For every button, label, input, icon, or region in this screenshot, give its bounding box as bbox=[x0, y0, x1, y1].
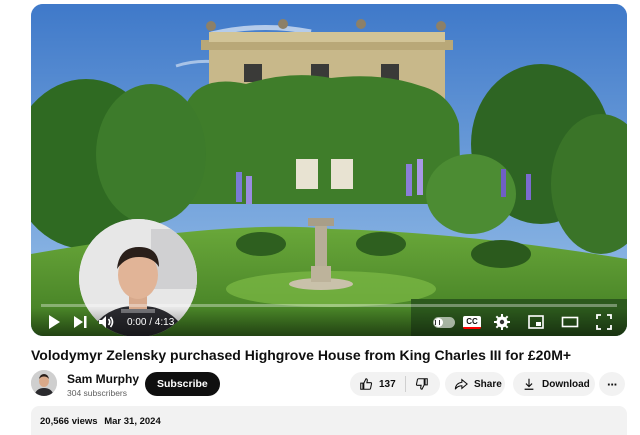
share-label: Share bbox=[474, 378, 502, 390]
next-icon bbox=[74, 316, 87, 328]
upload-date: Mar 31, 2024 bbox=[104, 416, 161, 427]
next-button[interactable] bbox=[67, 310, 93, 334]
like-count: 137 bbox=[379, 378, 396, 390]
time-display: 0:00 / 4:13 bbox=[127, 316, 175, 328]
fullscreen-icon bbox=[596, 314, 612, 330]
channel-row: Sam Murphy 304 subscribers Subscribe 137… bbox=[31, 370, 627, 400]
volume-icon bbox=[99, 316, 114, 328]
miniplayer-icon bbox=[528, 315, 544, 329]
subscribe-button[interactable]: Subscribe bbox=[145, 372, 220, 396]
volume-button[interactable] bbox=[93, 310, 119, 334]
miniplayer-button[interactable] bbox=[523, 310, 549, 334]
fullscreen-button[interactable] bbox=[591, 310, 617, 334]
dislike-button[interactable] bbox=[406, 372, 429, 396]
theater-icon bbox=[561, 316, 579, 328]
video-title: Volodymyr Zelensky purchased Highgrove H… bbox=[31, 347, 572, 363]
subscriber-count: 304 subscribers bbox=[67, 388, 128, 398]
description-box[interactable]: 20,566 views Mar 31, 2024 bbox=[31, 406, 627, 435]
share-icon bbox=[454, 378, 468, 390]
progress-bar[interactable] bbox=[41, 304, 617, 307]
theater-button[interactable] bbox=[557, 310, 583, 334]
thumbs-down-icon bbox=[415, 378, 428, 390]
download-label: Download bbox=[542, 378, 590, 390]
download-button[interactable]: Download bbox=[513, 372, 595, 396]
avatar[interactable] bbox=[31, 370, 57, 396]
video-player[interactable]: 0:00 / 4:13 CC bbox=[31, 4, 627, 336]
download-icon bbox=[524, 378, 534, 390]
play-button[interactable] bbox=[41, 310, 67, 334]
settings-icon bbox=[494, 314, 510, 330]
channel-name[interactable]: Sam Murphy bbox=[67, 372, 139, 386]
autoplay-toggle[interactable] bbox=[433, 316, 455, 328]
play-icon bbox=[49, 315, 60, 329]
share-button[interactable]: Share bbox=[445, 372, 505, 396]
more-button[interactable]: ··· bbox=[599, 372, 625, 396]
like-dislike-group: 137 bbox=[350, 372, 440, 396]
like-button[interactable]: 137 bbox=[350, 372, 396, 396]
player-controls: 0:00 / 4:13 CC bbox=[31, 308, 627, 336]
view-count: 20,566 views bbox=[40, 416, 98, 427]
more-icon: ··· bbox=[607, 376, 618, 392]
channel-avatar-image bbox=[31, 370, 57, 396]
thumbs-up-icon bbox=[360, 378, 373, 390]
cc-icon[interactable]: CC bbox=[463, 315, 481, 329]
settings-button[interactable] bbox=[489, 310, 515, 334]
